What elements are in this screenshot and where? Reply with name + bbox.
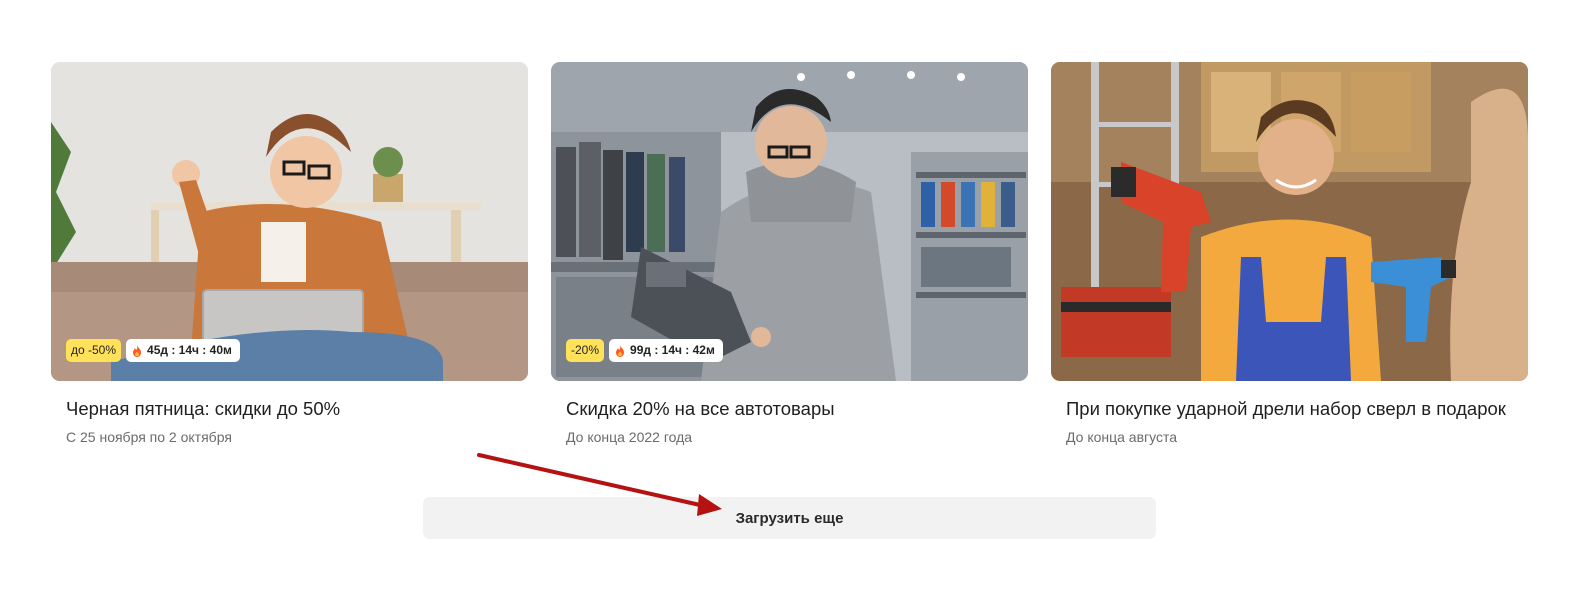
promotion-title[interactable]: При покупке ударной дрели набор сверл в … (1066, 396, 1513, 421)
promotion-date: С 25 ноября по 2 октября (66, 429, 232, 445)
discount-badge: до -50% (66, 339, 122, 362)
countdown-badge: 45д : 14ч : 40м (126, 339, 240, 362)
promotion-text: При покупке ударной дрели набор сверл в … (1051, 381, 1528, 445)
countdown-text: 99д : 14ч : 42м (630, 343, 715, 357)
promotions-list: до -50% 45д : 14ч : 40м Черная пятница: … (51, 62, 1528, 445)
promotion-image[interactable]: -20% 99д : 14ч : 42м (551, 62, 1028, 381)
promotion-text: Скидка 20% на все автотовары До конца 20… (551, 381, 1028, 445)
promotion-card-auto-goods[interactable]: -20% 99д : 14ч : 42м Скидка 20% на все а… (551, 62, 1028, 445)
promotion-date: До конца 2022 года (566, 429, 693, 445)
countdown-badge: 99д : 14ч : 42м (609, 339, 723, 362)
promotion-badges: -20% 99д : 14ч : 42м (566, 339, 723, 362)
promotion-card-black-friday[interactable]: до -50% 45д : 14ч : 40м Черная пятница: … (51, 62, 528, 445)
load-more-button[interactable]: Загрузить еще (423, 497, 1156, 539)
promotion-card-drill-gift[interactable]: При покупке ударной дрели набор сверл в … (1051, 62, 1528, 445)
fire-icon (132, 344, 142, 357)
promotion-title[interactable]: Скидка 20% на все автотовары (566, 396, 1013, 421)
promotion-text: Черная пятница: скидки до 50% С 25 ноябр… (51, 381, 528, 445)
promotion-image[interactable] (1051, 62, 1528, 381)
promotion-title[interactable]: Черная пятница: скидки до 50% (66, 396, 513, 421)
promotion-image[interactable]: до -50% 45д : 14ч : 40м (51, 62, 528, 381)
promotion-badges: до -50% 45д : 14ч : 40м (66, 339, 240, 362)
promotion-photo-woman-laptop (51, 62, 528, 381)
promotion-date: До конца августа (1066, 429, 1178, 445)
countdown-text: 45д : 14ч : 40м (147, 343, 232, 357)
promotion-photo-worker-drills (1051, 62, 1528, 381)
promotion-photo-man-motor-oil (551, 62, 1028, 381)
discount-badge: -20% (566, 339, 605, 362)
fire-icon (615, 344, 625, 357)
